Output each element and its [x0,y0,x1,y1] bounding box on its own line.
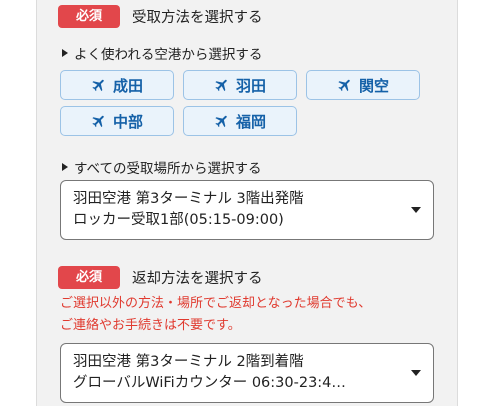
triangle-right-icon [62,49,68,57]
chevron-down-icon [411,370,421,376]
return-section-header: 必須 返却方法を選択する [58,266,263,289]
return-notice: ご選択以外の方法・場所でご返却となった場合でも、 ご連絡やお手続きは不要です。 [60,296,372,333]
required-badge: 必須 [58,266,120,289]
pickup-section-title: 受取方法を選択する [132,10,263,26]
return-section-title: 返却方法を選択する [132,271,263,287]
airport-button-haneda[interactable]: 羽田 [183,70,297,100]
airplane-icon [215,115,227,128]
airport-button-narita[interactable]: 成田 [60,70,174,100]
return-select-line1: 羽田空港 第3ターミナル 2階到着階 [73,354,304,370]
airplane-icon [92,115,104,128]
airport-button-fukuoka[interactable]: 福岡 [183,106,297,136]
pickup-select-line2: ロッカー受取1部(05:15-09:00) [73,212,284,228]
airplane-icon [92,79,104,92]
return-location-select[interactable]: 羽田空港 第3ターミナル 2階到着階 グローバルWiFiカウンター 06:30-… [60,343,434,403]
pickup-location-select[interactable]: 羽田空港 第3ターミナル 3階出発階 ロッカー受取1部(05:15-09:00) [60,180,434,240]
airplane-icon [215,79,227,92]
all-locations-label: すべての受取場所から選択する [62,157,262,177]
pickup-section-header: 必須 受取方法を選択する [58,5,263,28]
airport-button-chubu[interactable]: 中部 [60,106,174,136]
frequent-airports-label: よく使われる空港から選択する [62,43,262,63]
triangle-right-icon [62,163,68,171]
airplane-icon [338,79,350,92]
airport-button-kansai[interactable]: 関空 [306,70,420,100]
pickup-select-line1: 羽田空港 第3ターミナル 3階出発階 [73,191,304,207]
required-badge: 必須 [58,5,120,28]
return-select-line2: グローバルWiFiカウンター 06:30-23:4… [73,375,346,391]
chevron-down-icon [411,207,421,213]
